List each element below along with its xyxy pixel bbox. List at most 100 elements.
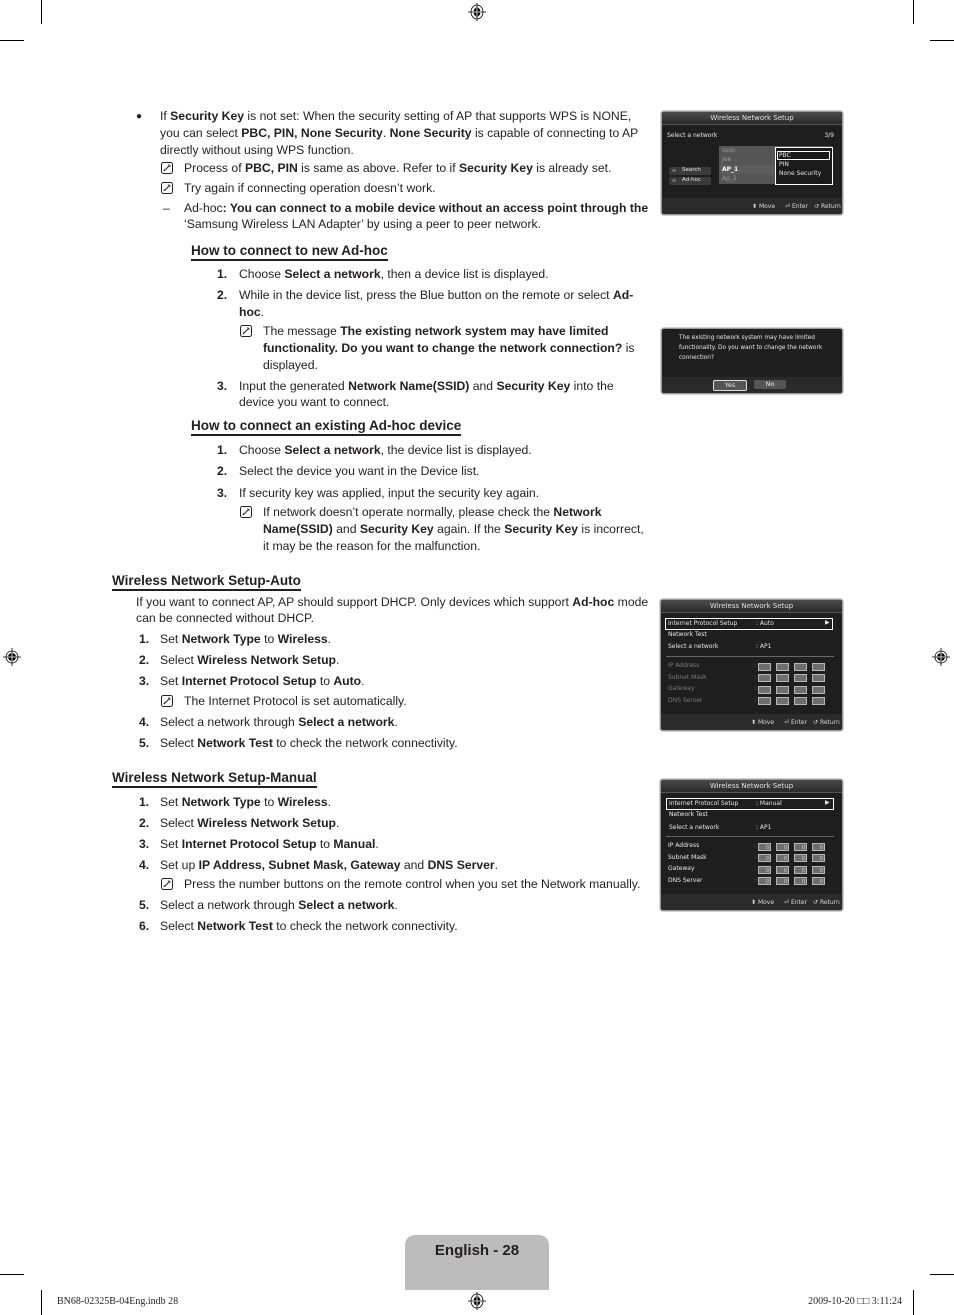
ip-octet-field[interactable]: 0 — [776, 877, 789, 885]
colon: : — [754, 853, 757, 861]
row-value: : Manual — [756, 800, 782, 807]
ip-row-label: DNS Server — [668, 696, 703, 704]
button-label: Search — [682, 167, 701, 173]
note-text: If network doesn’t operate normally, ple… — [263, 505, 602, 519]
hint-label: Enter — [790, 719, 808, 726]
tv-screen-auto: Wireless Network Setup Internet Protocol… — [660, 599, 843, 731]
ip-octet-field[interactable]: 0 — [794, 865, 807, 874]
ip-octet-field[interactable]: 0 — [812, 877, 825, 885]
screen-title: Wireless Network Setup — [661, 780, 842, 793]
ip-octet-field[interactable] — [776, 674, 789, 682]
crop-mark — [930, 1274, 954, 1275]
ip-octet-field[interactable] — [776, 685, 789, 694]
network-item[interactable]: jee — [722, 156, 731, 163]
colon: : — [754, 673, 757, 681]
ip-octet-field[interactable]: 0 — [812, 865, 825, 874]
return-hint: ↺ Return — [814, 203, 841, 210]
step-number: 2. — [139, 816, 150, 830]
ip-octet-field[interactable]: 0 — [812, 842, 825, 851]
page-indicator: 3/9 — [824, 132, 834, 139]
file-slug: BN68-02325B-04Eng.indb 28 — [57, 1296, 179, 1307]
network-test-row[interactable]: Network Test — [668, 631, 707, 638]
no-button[interactable]: No — [754, 380, 786, 389]
step-text: Select the device you want in the Device… — [239, 464, 480, 478]
adhoc-button[interactable]: Ad-hoc — [669, 177, 711, 185]
ip-octet-field[interactable] — [794, 662, 807, 671]
ip-octet-field[interactable] — [794, 674, 807, 682]
step-number: 6. — [139, 919, 150, 933]
row-label: Internet Protocol Setup — [668, 620, 738, 627]
date-slug: 2009-10-20 □□ 3:11:24 — [808, 1296, 902, 1307]
crop-mark — [0, 40, 24, 41]
note-text: Process of PBC, PIN is same as above. Re… — [184, 161, 612, 175]
ip-octet-field[interactable] — [794, 685, 807, 694]
step-number: 1. — [217, 443, 228, 457]
paragraph-line: If you want to connect AP, AP should sup… — [136, 595, 649, 609]
ip-row-label: Subnet Mask — [668, 853, 707, 861]
dialog-button-bar — [662, 377, 842, 393]
section-heading: How to connect an existing Ad-hoc device — [191, 418, 462, 436]
search-button[interactable]: Search — [669, 167, 711, 175]
network-test-row[interactable]: Network Test — [669, 811, 708, 818]
bullet-icon: ● — [136, 111, 143, 122]
option-pbc[interactable]: PBC — [779, 152, 791, 159]
move-hint: ⬍ Move — [751, 899, 775, 906]
step-number: 3. — [217, 379, 228, 393]
ip-octet-field[interactable]: 0 — [794, 854, 807, 862]
note-text: The message The existing network system … — [263, 324, 609, 338]
ip-octet-field[interactable]: 0 — [758, 865, 771, 874]
dialog-message: functionality. Do you want to change the… — [679, 345, 823, 351]
ip-octet-field[interactable] — [812, 662, 825, 671]
ip-octet-field[interactable]: 0 — [758, 842, 771, 851]
enter-hint: ⏎ Enter — [784, 719, 808, 726]
ip-octet-field[interactable] — [758, 674, 771, 682]
ip-octet-field[interactable]: 0 — [812, 854, 825, 862]
note-text: Name(SSID) and Security Key again. If th… — [263, 522, 644, 536]
step-text: Set up IP Address, Subnet Mask, Gateway … — [160, 858, 499, 872]
arrow-right-icon: ▶ — [825, 799, 830, 806]
ip-octet-field[interactable] — [812, 697, 825, 705]
colon: : — [754, 865, 757, 872]
yes-button[interactable]: Yes — [713, 380, 747, 391]
return-hint: ↺ Return — [813, 719, 840, 726]
step-number: 3. — [139, 674, 150, 688]
paragraph-line: directly without using WPS function. — [160, 143, 354, 157]
network-item[interactable]: Ap_2 — [722, 175, 737, 182]
section-heading: Wireless Network Setup-Auto — [112, 573, 301, 591]
option-none-security[interactable]: None Security — [779, 170, 821, 177]
ip-octet-field[interactable] — [758, 685, 771, 694]
ip-octet-field[interactable]: 0 — [776, 854, 789, 862]
ip-octet-field[interactable] — [776, 697, 789, 705]
ip-octet-field[interactable]: 0 — [776, 865, 789, 874]
select-network-row[interactable]: Select a network — [668, 643, 718, 650]
ip-octet-field[interactable] — [758, 662, 771, 671]
select-network-row[interactable]: Select a network — [669, 824, 719, 831]
page-number-tab: English - 28 — [405, 1235, 549, 1290]
note-icon — [240, 325, 252, 337]
ip-row-label: Subnet Mask — [668, 673, 707, 681]
network-item[interactable]: AP_1 — [722, 166, 738, 173]
crop-mark — [41, 1290, 42, 1315]
ip-octet-field[interactable] — [812, 685, 825, 694]
color-key-icon — [672, 179, 676, 182]
step-number: 1. — [217, 267, 228, 281]
ip-row-label: Gateway — [668, 685, 695, 692]
ip-octet-field[interactable]: 0 — [758, 877, 771, 885]
ip-row-label: DNS Server — [668, 876, 703, 884]
ip-octet-field[interactable] — [812, 674, 825, 682]
note-text: it may be the reason for the malfunction… — [263, 539, 481, 553]
ip-octet-field[interactable] — [776, 662, 789, 671]
step-number: 3. — [139, 837, 150, 851]
ip-octet-field[interactable]: 0 — [758, 854, 771, 862]
option-pin[interactable]: PIN — [779, 161, 789, 168]
ip-octet-field[interactable]: 0 — [794, 842, 807, 851]
step-number: 3. — [217, 486, 228, 500]
network-item[interactable]: sson — [722, 147, 736, 154]
ip-octet-field[interactable] — [758, 697, 771, 705]
row-value: : AP1 — [756, 824, 772, 831]
ip-octet-field[interactable]: 0 — [794, 877, 807, 885]
hint-label: Return — [819, 719, 840, 726]
colon: : — [754, 662, 757, 669]
ip-octet-field[interactable] — [794, 697, 807, 705]
ip-octet-field[interactable]: 0 — [776, 842, 789, 851]
